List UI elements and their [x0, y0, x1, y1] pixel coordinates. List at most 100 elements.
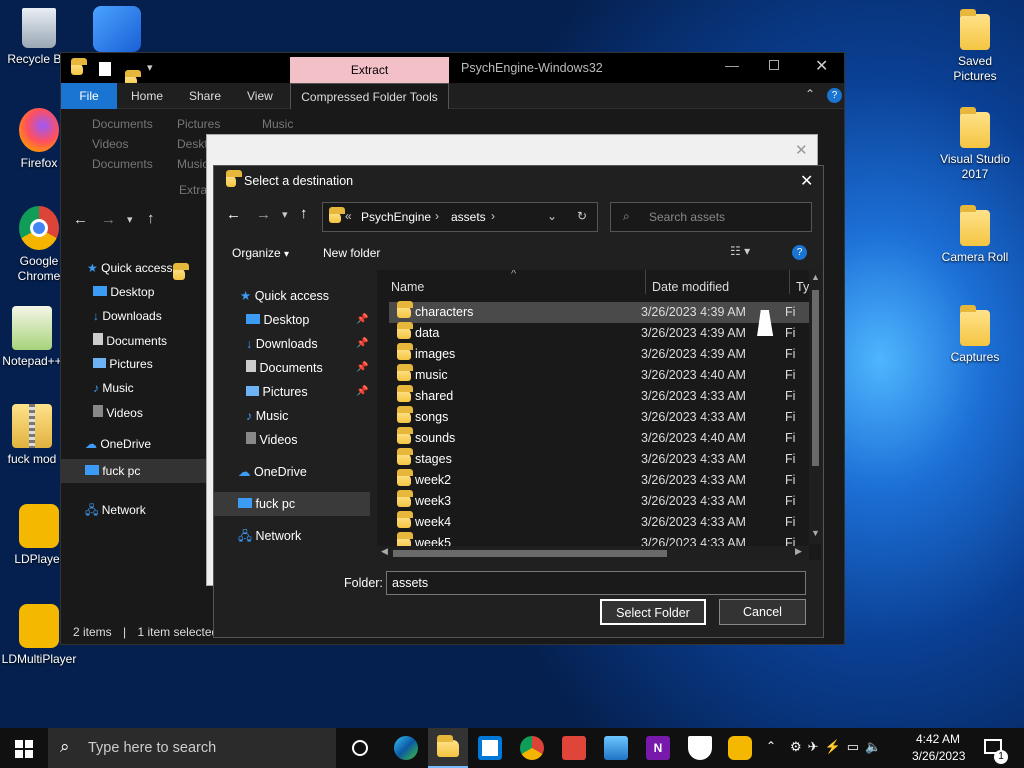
nav-videos[interactable]: Videos — [214, 428, 370, 452]
dialog-close-button[interactable]: ✕ — [800, 171, 813, 191]
edge-icon[interactable] — [394, 736, 418, 760]
desktop-icon-visual-studio[interactable]: Visual Studio 2017 — [936, 107, 1014, 182]
column-header-date[interactable]: Date modified — [652, 274, 729, 300]
chevron-right-icon[interactable]: › — [491, 209, 495, 223]
properties-icon[interactable] — [99, 62, 111, 76]
nav-onedrive[interactable]: ☁ OneDrive — [85, 437, 151, 451]
clock-date[interactable]: 3/26/2023 — [912, 749, 965, 763]
task-view-icon[interactable] — [352, 740, 368, 756]
dest-desktop[interactable]: Deskt — [177, 137, 208, 151]
nav-onedrive[interactable]: ☁ OneDrive — [214, 460, 370, 484]
nav-network[interactable]: 🖧 Network — [214, 524, 370, 548]
nav-documents[interactable]: Documents — [93, 333, 167, 348]
nav-documents[interactable]: Documents 📌 — [214, 356, 370, 380]
tab-file[interactable]: File — [61, 83, 117, 109]
show-hidden-icons-chevron[interactable]: ⌃ — [766, 739, 776, 753]
dest-documents-2[interactable]: Documents — [92, 157, 153, 171]
list-item[interactable]: music 3/26/2023 4:40 AM Fi — [389, 364, 809, 386]
quick-access-toolbar[interactable]: ▾ — [71, 58, 161, 87]
recent-dropdown[interactable]: ▾ — [127, 213, 133, 226]
taskbar-search-box[interactable]: ⌕ Type here to search — [48, 728, 336, 768]
microsoft-store-icon[interactable] — [478, 736, 502, 760]
breadcrumb-overflow[interactable]: « — [345, 209, 352, 223]
ldplayer-taskbar-icon[interactable] — [728, 736, 752, 760]
dest-documents[interactable]: Documents — [92, 117, 153, 131]
nav-this-pc[interactable]: fuck pc — [214, 492, 370, 516]
scroll-right-arrow[interactable]: ▶ — [795, 546, 802, 557]
desktop-icon-zip[interactable]: fuck mod — [0, 404, 64, 466]
scroll-down-arrow[interactable]: ▼ — [811, 528, 820, 538]
refresh-icon[interactable]: ↻ — [577, 209, 587, 223]
tray-icons[interactable]: ⚙✈⚡▭🔈 — [790, 739, 887, 755]
desktop-icon-notepadpp[interactable]: Notepad++ — [0, 306, 64, 368]
nav-videos[interactable]: Videos — [93, 405, 143, 420]
nav-desktop[interactable]: Desktop 📌 — [214, 308, 370, 332]
dest-pictures[interactable]: Pictures — [177, 117, 220, 131]
file-explorer-taskbar-active[interactable] — [428, 728, 468, 768]
select-folder-button[interactable]: Select Folder — [600, 599, 706, 625]
wizard-close-button[interactable]: ✕ — [795, 141, 808, 159]
dest-music-2[interactable]: Music — [177, 157, 208, 171]
scroll-up-arrow[interactable]: ▲ — [811, 272, 820, 282]
column-divider[interactable] — [645, 270, 646, 294]
breadcrumb-psychengine[interactable]: PsychEngine — [361, 210, 431, 224]
organize-button[interactable]: Organize ▾ — [232, 246, 289, 260]
dest-music[interactable]: Music — [262, 117, 293, 131]
tab-home[interactable]: Home — [119, 83, 175, 109]
search-box[interactable]: ⌕ Search assets — [610, 202, 812, 232]
nav-downloads[interactable]: ↓ Downloads — [93, 309, 162, 323]
column-header-name[interactable]: Name — [391, 274, 424, 300]
nav-music[interactable]: ♪ Music — [214, 404, 370, 428]
nav-desktop[interactable]: Desktop — [93, 285, 154, 299]
view-options-icon[interactable]: ☷ ▾ — [730, 244, 750, 258]
nav-music[interactable]: ♪ Music — [93, 381, 134, 395]
forward-button[interactable]: → — [256, 206, 271, 223]
nav-pictures[interactable]: Pictures — [93, 357, 153, 371]
clock-time[interactable]: 4:42 AM — [916, 732, 960, 746]
nav-quick-access[interactable]: ★ Quick access — [214, 284, 370, 308]
windows-start-button[interactable] — [15, 740, 33, 758]
chrome-icon[interactable] — [520, 736, 544, 760]
app-icon[interactable] — [562, 736, 586, 760]
address-bar[interactable]: « PsychEngine › assets › ⌄ ↻ — [322, 202, 598, 232]
list-item[interactable]: songs 3/26/2023 4:33 AM Fi — [389, 406, 809, 428]
tab-compressed-folder-tools[interactable]: Compressed Folder Tools — [290, 83, 449, 109]
chevron-right-icon[interactable]: › — [435, 209, 439, 223]
photos-icon[interactable] — [604, 736, 628, 760]
back-button[interactable]: ← — [73, 211, 88, 228]
nav-downloads[interactable]: ↓ Downloads 📌 — [214, 332, 370, 356]
security-shield-icon[interactable] — [688, 736, 712, 760]
scroll-thumb-horizontal[interactable] — [393, 550, 667, 557]
help-icon[interactable]: ? — [827, 88, 842, 103]
help-icon[interactable]: ? — [792, 245, 807, 260]
list-item[interactable]: stages 3/26/2023 4:33 AM Fi — [389, 448, 809, 470]
dest-videos[interactable]: Videos — [92, 137, 128, 151]
column-divider[interactable] — [789, 270, 790, 294]
list-item[interactable]: week2 3/26/2023 4:33 AM Fi — [389, 469, 809, 491]
new-folder-button[interactable]: New folder — [323, 246, 380, 260]
column-header-type[interactable]: Ty — [796, 274, 809, 300]
nav-pictures[interactable]: Pictures 📌 — [214, 380, 370, 404]
desktop-icon-captures[interactable]: Captures — [936, 305, 1014, 364]
desktop-icon-app[interactable] — [93, 6, 141, 52]
dropdown-arrow-icon[interactable]: ▾ — [147, 61, 153, 74]
list-item[interactable]: shared 3/26/2023 4:33 AM Fi — [389, 385, 809, 407]
taskbar-search-input[interactable]: Type here to search — [88, 740, 216, 756]
up-button[interactable]: ↑ — [300, 205, 308, 222]
cancel-button[interactable]: Cancel — [719, 599, 806, 625]
breadcrumb-assets[interactable]: assets — [451, 210, 486, 224]
scroll-thumb-vertical[interactable] — [812, 290, 819, 466]
nav-network[interactable]: 🖧 Network — [85, 501, 146, 522]
scroll-left-arrow[interactable]: ◀ — [381, 546, 388, 557]
search-input[interactable]: Search assets — [649, 210, 725, 224]
minimize-button[interactable]: — — [725, 57, 739, 73]
desktop-icon-camera-roll[interactable]: Camera Roll — [936, 205, 1014, 264]
folder-input[interactable]: assets — [386, 571, 806, 595]
list-item[interactable]: week4 3/26/2023 4:33 AM Fi — [389, 511, 809, 533]
address-dropdown-icon[interactable]: ⌄ — [547, 209, 557, 223]
list-item[interactable]: week3 3/26/2023 4:33 AM Fi — [389, 490, 809, 512]
up-button[interactable]: ↑ — [147, 210, 155, 227]
list-item[interactable]: sounds 3/26/2023 4:40 AM Fi — [389, 427, 809, 449]
tab-share[interactable]: Share — [177, 83, 233, 109]
tab-view[interactable]: View — [235, 83, 285, 109]
